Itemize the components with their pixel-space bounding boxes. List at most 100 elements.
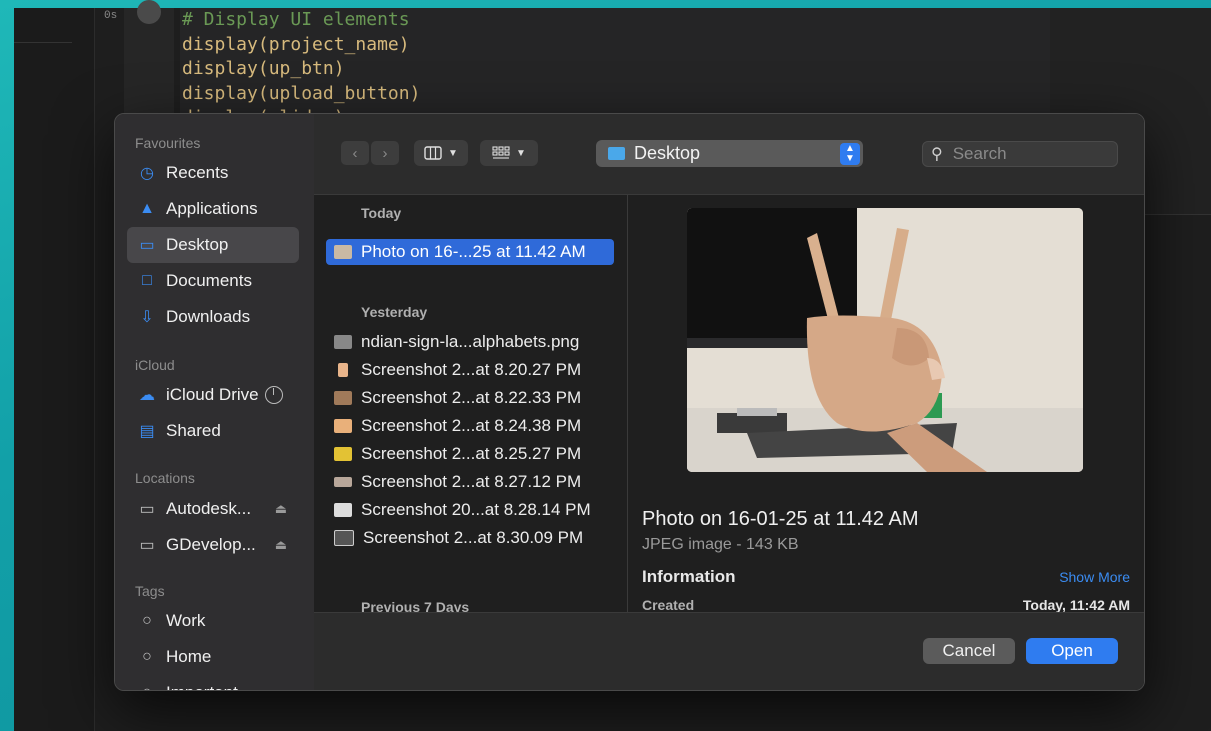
file-row[interactable]: Photo on 16-...25 at 11.42 AM: [326, 239, 614, 265]
file-row[interactable]: Screenshot 20...at 8.28.14 PM: [326, 497, 614, 523]
file-name: Photo on 16-...25 at 11.42 AM: [361, 242, 586, 261]
image-thumbnail-icon: [334, 335, 352, 349]
chevron-down-icon: ▼: [448, 147, 458, 159]
preview-pane: Photo on 16-01-25 at 11.42 AM JPEG image…: [628, 195, 1144, 613]
code-line: display(upload_button): [182, 82, 421, 104]
grid-view-icon: [492, 146, 510, 159]
sidebar-item-documents[interactable]: □ Documents: [127, 263, 299, 299]
cell-execution-time: 0s: [104, 10, 118, 22]
document-icon: □: [142, 272, 152, 289]
file-name: ndian-sign-la...alphabets.png: [361, 332, 580, 351]
search-icon: ⚲: [931, 146, 943, 163]
file-name: Screenshot 2...at 8.30.09 PM: [363, 528, 584, 547]
sidebar-item-label: Shared: [166, 421, 221, 440]
file-row[interactable]: Screenshot 2...at 8.22.33 PM: [326, 385, 614, 411]
search-field[interactable]: ⚲: [922, 141, 1118, 167]
tag-circle-icon: ○: [142, 648, 152, 665]
dialog-sidebar: Favourites ◷ Recents ▲ Applications ▭ Deskt…: [115, 114, 314, 690]
tag-circle-icon: ○: [142, 612, 152, 629]
image-thumbnail-icon: [334, 530, 354, 546]
file-row[interactable]: ndian-sign-la...alphabets.png: [326, 329, 614, 355]
editor-sidebar: [14, 8, 95, 731]
popup-stepper-icon: ▲ ▼: [840, 143, 860, 165]
group-yesterday: Yesterday: [361, 304, 428, 320]
chevron-down-icon: ▼: [516, 147, 526, 159]
image-thumbnail-icon: [334, 503, 352, 517]
sidebar-item-downloads[interactable]: ⇩ Downloads: [127, 299, 299, 335]
file-name: Screenshot 2...at 8.22.33 PM: [361, 388, 582, 407]
code-line: display(up_btn): [182, 58, 345, 79]
section-locations: Locations: [135, 470, 195, 486]
image-thumbnail-icon: [334, 477, 352, 487]
show-more-link[interactable]: Show More: [1059, 569, 1130, 585]
file-list: Today Photo on 16-...25 at 11.42 AM Yest…: [314, 195, 628, 615]
file-name: Screenshot 20...at 8.28.14 PM: [361, 500, 591, 519]
sync-progress-icon: [264, 386, 283, 404]
section-favourites: Favourites: [135, 135, 201, 151]
sidebar-item-desktop[interactable]: ▭ Desktop: [127, 227, 299, 263]
file-row[interactable]: Screenshot 2...at 8.30.09 PM: [326, 525, 614, 551]
run-cell-button[interactable]: [137, 0, 161, 24]
sidebar-item-label: Home: [166, 647, 212, 666]
image-thumbnail-icon: [334, 447, 352, 461]
desktop-icon: ▭: [139, 237, 155, 254]
image-thumbnail-icon: [338, 363, 348, 377]
eject-icon[interactable]: ⏏: [275, 501, 287, 517]
sidebar-item-label: Autodesk...: [166, 499, 252, 518]
dialog-toolbar: ‹ › ▼ ▼ Desktop ▲ ▼ ⚲: [314, 114, 1144, 195]
shared-folder-icon: ▤: [139, 423, 155, 440]
group-by-button[interactable]: ▼: [480, 140, 538, 166]
sidebar-item-label: iCloud Drive: [166, 385, 259, 404]
file-row[interactable]: Screenshot 2...at 8.25.27 PM: [326, 441, 614, 467]
sidebar-tag-work[interactable]: ○ Work: [127, 603, 299, 639]
image-thumbnail-icon: [334, 391, 352, 405]
sidebar-item-recents[interactable]: ◷ Recents: [127, 155, 299, 191]
section-tags: Tags: [135, 583, 165, 599]
search-input[interactable]: [950, 143, 1105, 165]
file-name: Screenshot 2...at 8.27.12 PM: [361, 472, 582, 491]
sidebar-item-label: Downloads: [166, 307, 251, 326]
dialog-main: ‹ › ▼ ▼ Desktop ▲▼ ⚲ Today Photo on 16-: [314, 114, 1144, 690]
sidebar-item-applications[interactable]: ▲ Applications: [127, 191, 299, 227]
file-row[interactable]: Screenshot 2...at 8.24.38 PM: [326, 413, 614, 439]
sidebar-item-shared[interactable]: ▤ Shared: [127, 413, 299, 449]
sidebar-item-label: Documents: [166, 271, 252, 290]
open-button[interactable]: Open: [1026, 638, 1118, 664]
cancel-button[interactable]: Cancel: [923, 638, 1015, 664]
forward-button[interactable]: ›: [371, 141, 399, 165]
section-icloud: iCloud: [135, 357, 175, 373]
preview-file-type: JPEG image - 143 KB: [642, 536, 799, 553]
eject-icon[interactable]: ⏏: [275, 537, 287, 553]
drive-icon: ▭: [139, 501, 155, 518]
preview-image: [687, 208, 1083, 472]
folder-icon: [608, 147, 625, 160]
sidebar-item-label: Work: [166, 611, 206, 630]
dialog-footer: Cancel Open: [314, 612, 1144, 690]
sidebar-item-icloud-drive[interactable]: ☁ iCloud Drive: [127, 377, 299, 413]
clock-icon: ◷: [140, 165, 154, 182]
information-heading: Information: [642, 567, 736, 586]
image-thumbnail-icon: [334, 419, 352, 433]
preview-file-name: Photo on 16-01-25 at 11.42 AM: [642, 508, 919, 530]
sidebar-item-gdevelop[interactable]: ▭ GDevelop... ⏏: [127, 527, 299, 563]
columns-view-icon: [424, 146, 442, 160]
sidebar-item-autodesk[interactable]: ▭ Autodesk... ⏏: [127, 491, 299, 527]
sidebar-item-label: Recents: [166, 163, 229, 182]
sidebar-tag-important[interactable]: ○ Important: [127, 675, 299, 690]
location-label: Desktop: [634, 143, 701, 163]
created-label: Created: [642, 597, 695, 613]
sidebar-item-label: Applications: [166, 199, 258, 218]
file-name: Screenshot 2...at 8.20.27 PM: [361, 360, 582, 379]
file-row[interactable]: Screenshot 2...at 8.27.12 PM: [326, 469, 614, 495]
group-today: Today: [361, 205, 402, 221]
code-comment: # Display UI elements: [182, 9, 410, 30]
back-button[interactable]: ‹: [341, 141, 369, 165]
sidebar-tag-home[interactable]: ○ Home: [127, 639, 299, 675]
download-icon: ⇩: [140, 309, 154, 326]
file-row[interactable]: Screenshot 2...at 8.20.27 PM: [326, 357, 614, 383]
sidebar-item-label: GDevelop...: [166, 535, 256, 554]
image-thumbnail-icon: [334, 245, 352, 259]
open-file-dialog: Favourites ◷ Recents ▲ Applications ▭ Deskt…: [114, 113, 1145, 691]
location-popup[interactable]: Desktop ▲ ▼: [596, 140, 863, 167]
view-columns-button[interactable]: ▼: [414, 140, 468, 166]
